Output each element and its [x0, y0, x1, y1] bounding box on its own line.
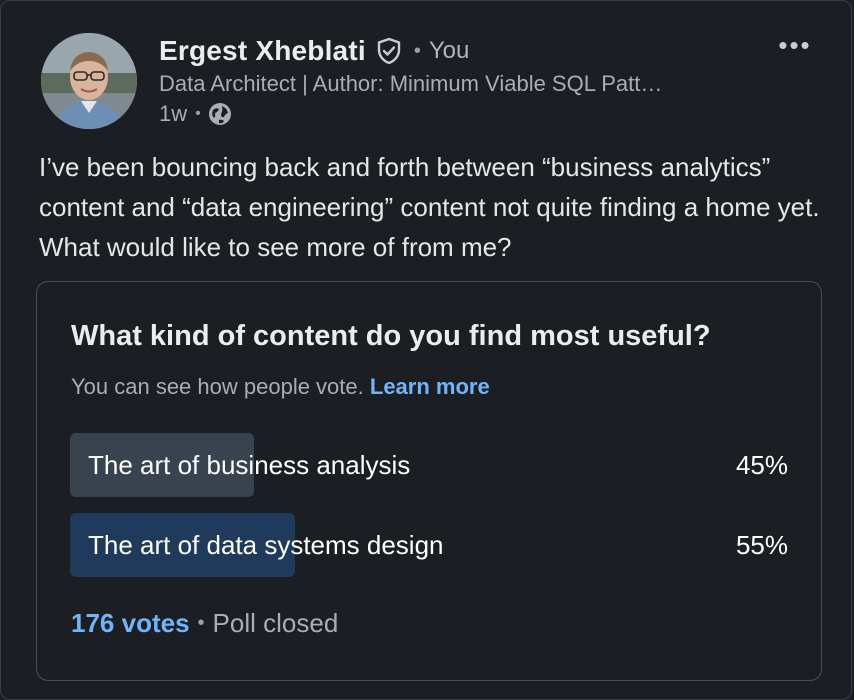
post-meta: 1w • [159, 101, 233, 127]
author-headline: Data Architect | Author: Minimum Viable … [159, 71, 663, 96]
vote-count-link[interactable]: 176 votes [71, 608, 190, 639]
post-card: Ergest Xheblati • You Data Architect | A… [0, 0, 852, 700]
globe-icon [207, 101, 233, 127]
avatar-photo [41, 33, 137, 129]
post-text: I’ve been bouncing back and forth betwee… [39, 152, 820, 262]
more-options-button[interactable]: ••• [773, 29, 817, 61]
relation-label: You [428, 37, 470, 64]
poll-option-label: The art of business analysis [88, 450, 411, 480]
separator-dot: • [197, 612, 205, 634]
poll-footer: 176 votes • Poll closed [71, 608, 338, 639]
learn-more-link[interactable]: Learn more [370, 374, 490, 399]
separator-dot: • [195, 105, 201, 122]
poll-visibility-note: You can see how people vote. Learn more [71, 374, 490, 400]
poll-option[interactable]: The art of data systems design 55% [70, 513, 788, 577]
verified-shield-icon [374, 36, 404, 66]
author-name[interactable]: Ergest Xheblati [159, 35, 366, 67]
poll-card: What kind of content do you find most us… [36, 281, 822, 681]
poll-question: What kind of content do you find most us… [71, 320, 711, 352]
poll-option-percent: 55% [735, 530, 788, 560]
post-time: 1w [159, 101, 188, 126]
author-avatar[interactable] [41, 33, 137, 129]
poll-option-percent: 45% [735, 450, 788, 480]
separator-dot: • [413, 39, 421, 62]
poll-status: Poll closed [212, 608, 339, 638]
author-name-row: Ergest Xheblati • You [159, 31, 469, 71]
poll-option[interactable]: The art of business analysis 45% [70, 433, 788, 497]
poll-option-label: The art of data systems design [88, 530, 444, 560]
poll-note-text: You can see how people vote. [71, 374, 364, 399]
